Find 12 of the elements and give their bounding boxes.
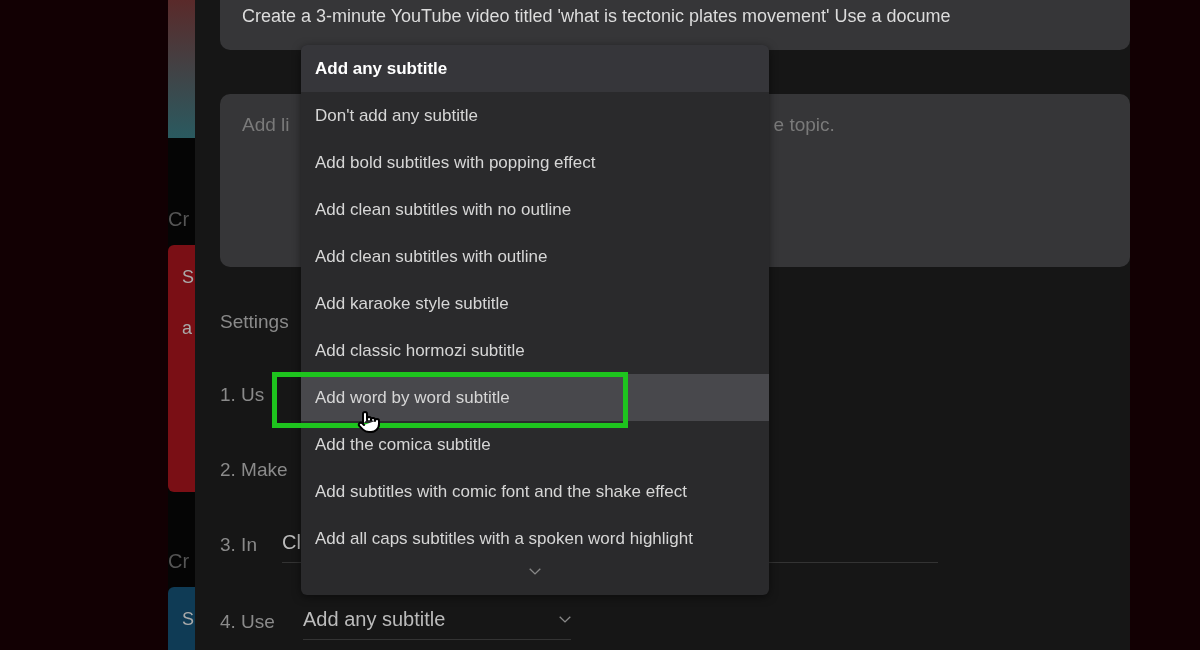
step-label: 2. Make bbox=[220, 459, 289, 481]
step-label: 4. Use bbox=[220, 611, 276, 633]
placeholder-text: Add li bbox=[242, 114, 290, 137]
section-heading: Cr bbox=[168, 550, 191, 573]
placeholder-text: e topic. bbox=[773, 114, 835, 137]
section-heading: Cr bbox=[168, 208, 191, 231]
settings-title: Settings bbox=[220, 311, 290, 333]
step-label: 1. Us bbox=[220, 384, 266, 406]
card-text: a bbox=[182, 318, 193, 339]
card-text: S bbox=[182, 267, 195, 288]
card-text: S bbox=[182, 609, 195, 630]
step-label: 3. In bbox=[220, 534, 258, 556]
